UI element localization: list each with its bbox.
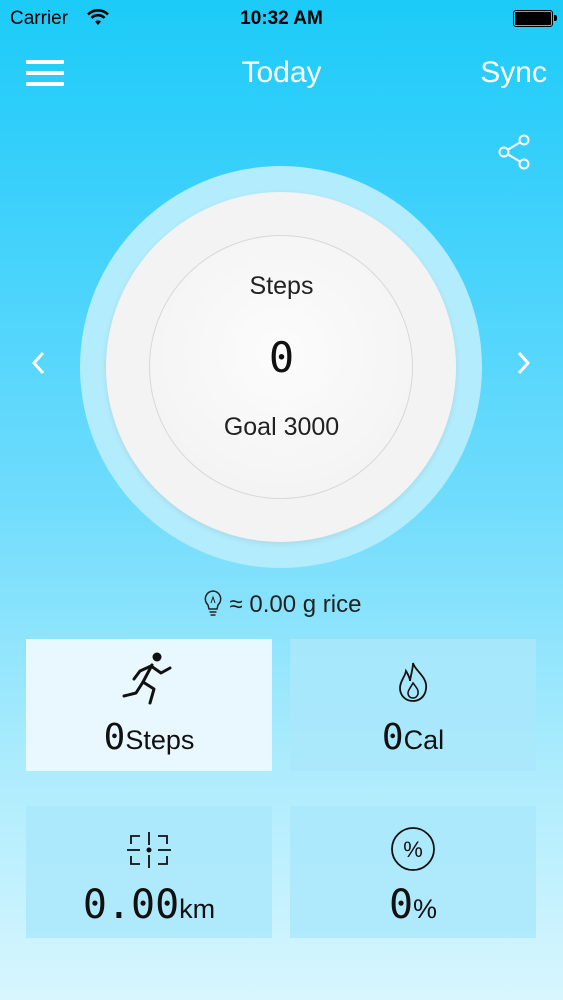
svg-text:%: %: [403, 837, 423, 862]
share-icon[interactable]: [496, 134, 532, 170]
status-bar: Carrier 10:32 AM: [0, 0, 563, 38]
clock: 10:32 AM: [240, 8, 323, 29]
calories-count: 0: [381, 717, 404, 758]
percent-tile[interactable]: % 0%: [290, 806, 536, 938]
previous-arrow-icon[interactable]: [24, 348, 54, 378]
running-person-icon: [122, 652, 172, 705]
ring-label: Steps: [249, 272, 314, 300]
distance-tile-value: 0.00km: [26, 882, 272, 928]
percent-icon: %: [391, 827, 435, 871]
lightbulb-icon: [204, 590, 221, 616]
page-title: Today: [241, 56, 322, 89]
calories-tile-value: 0Cal: [290, 717, 536, 758]
distance-crosshair-icon: [127, 832, 171, 868]
ring-goal: Goal 3000: [223, 413, 340, 441]
distance-value: 0.00: [82, 882, 180, 928]
distance-unit: km: [179, 894, 216, 924]
steps-tile-value: 0Steps: [26, 717, 272, 758]
battery-icon: [513, 10, 557, 27]
steps-unit: Steps: [125, 725, 195, 755]
next-arrow-icon[interactable]: [508, 348, 538, 378]
sync-button[interactable]: Sync: [480, 56, 547, 90]
percent-value: 0: [388, 882, 414, 928]
nav-bar: Today Sync: [0, 38, 563, 113]
ring-value: 0: [268, 333, 295, 382]
flame-icon: [399, 662, 427, 702]
rice-text: ≈ 0.00 g rice: [229, 591, 362, 618]
steps-tile[interactable]: 0Steps: [26, 639, 272, 771]
percent-tile-value: 0%: [290, 882, 536, 928]
rice-equivalent: ≈ 0.00 g rice: [0, 588, 563, 619]
percent-unit: %: [413, 894, 438, 924]
distance-tile[interactable]: 0.00km: [26, 806, 272, 938]
steps-count: 0: [103, 717, 126, 758]
calories-tile[interactable]: 0Cal: [290, 639, 536, 771]
calories-unit: Cal: [403, 725, 445, 755]
